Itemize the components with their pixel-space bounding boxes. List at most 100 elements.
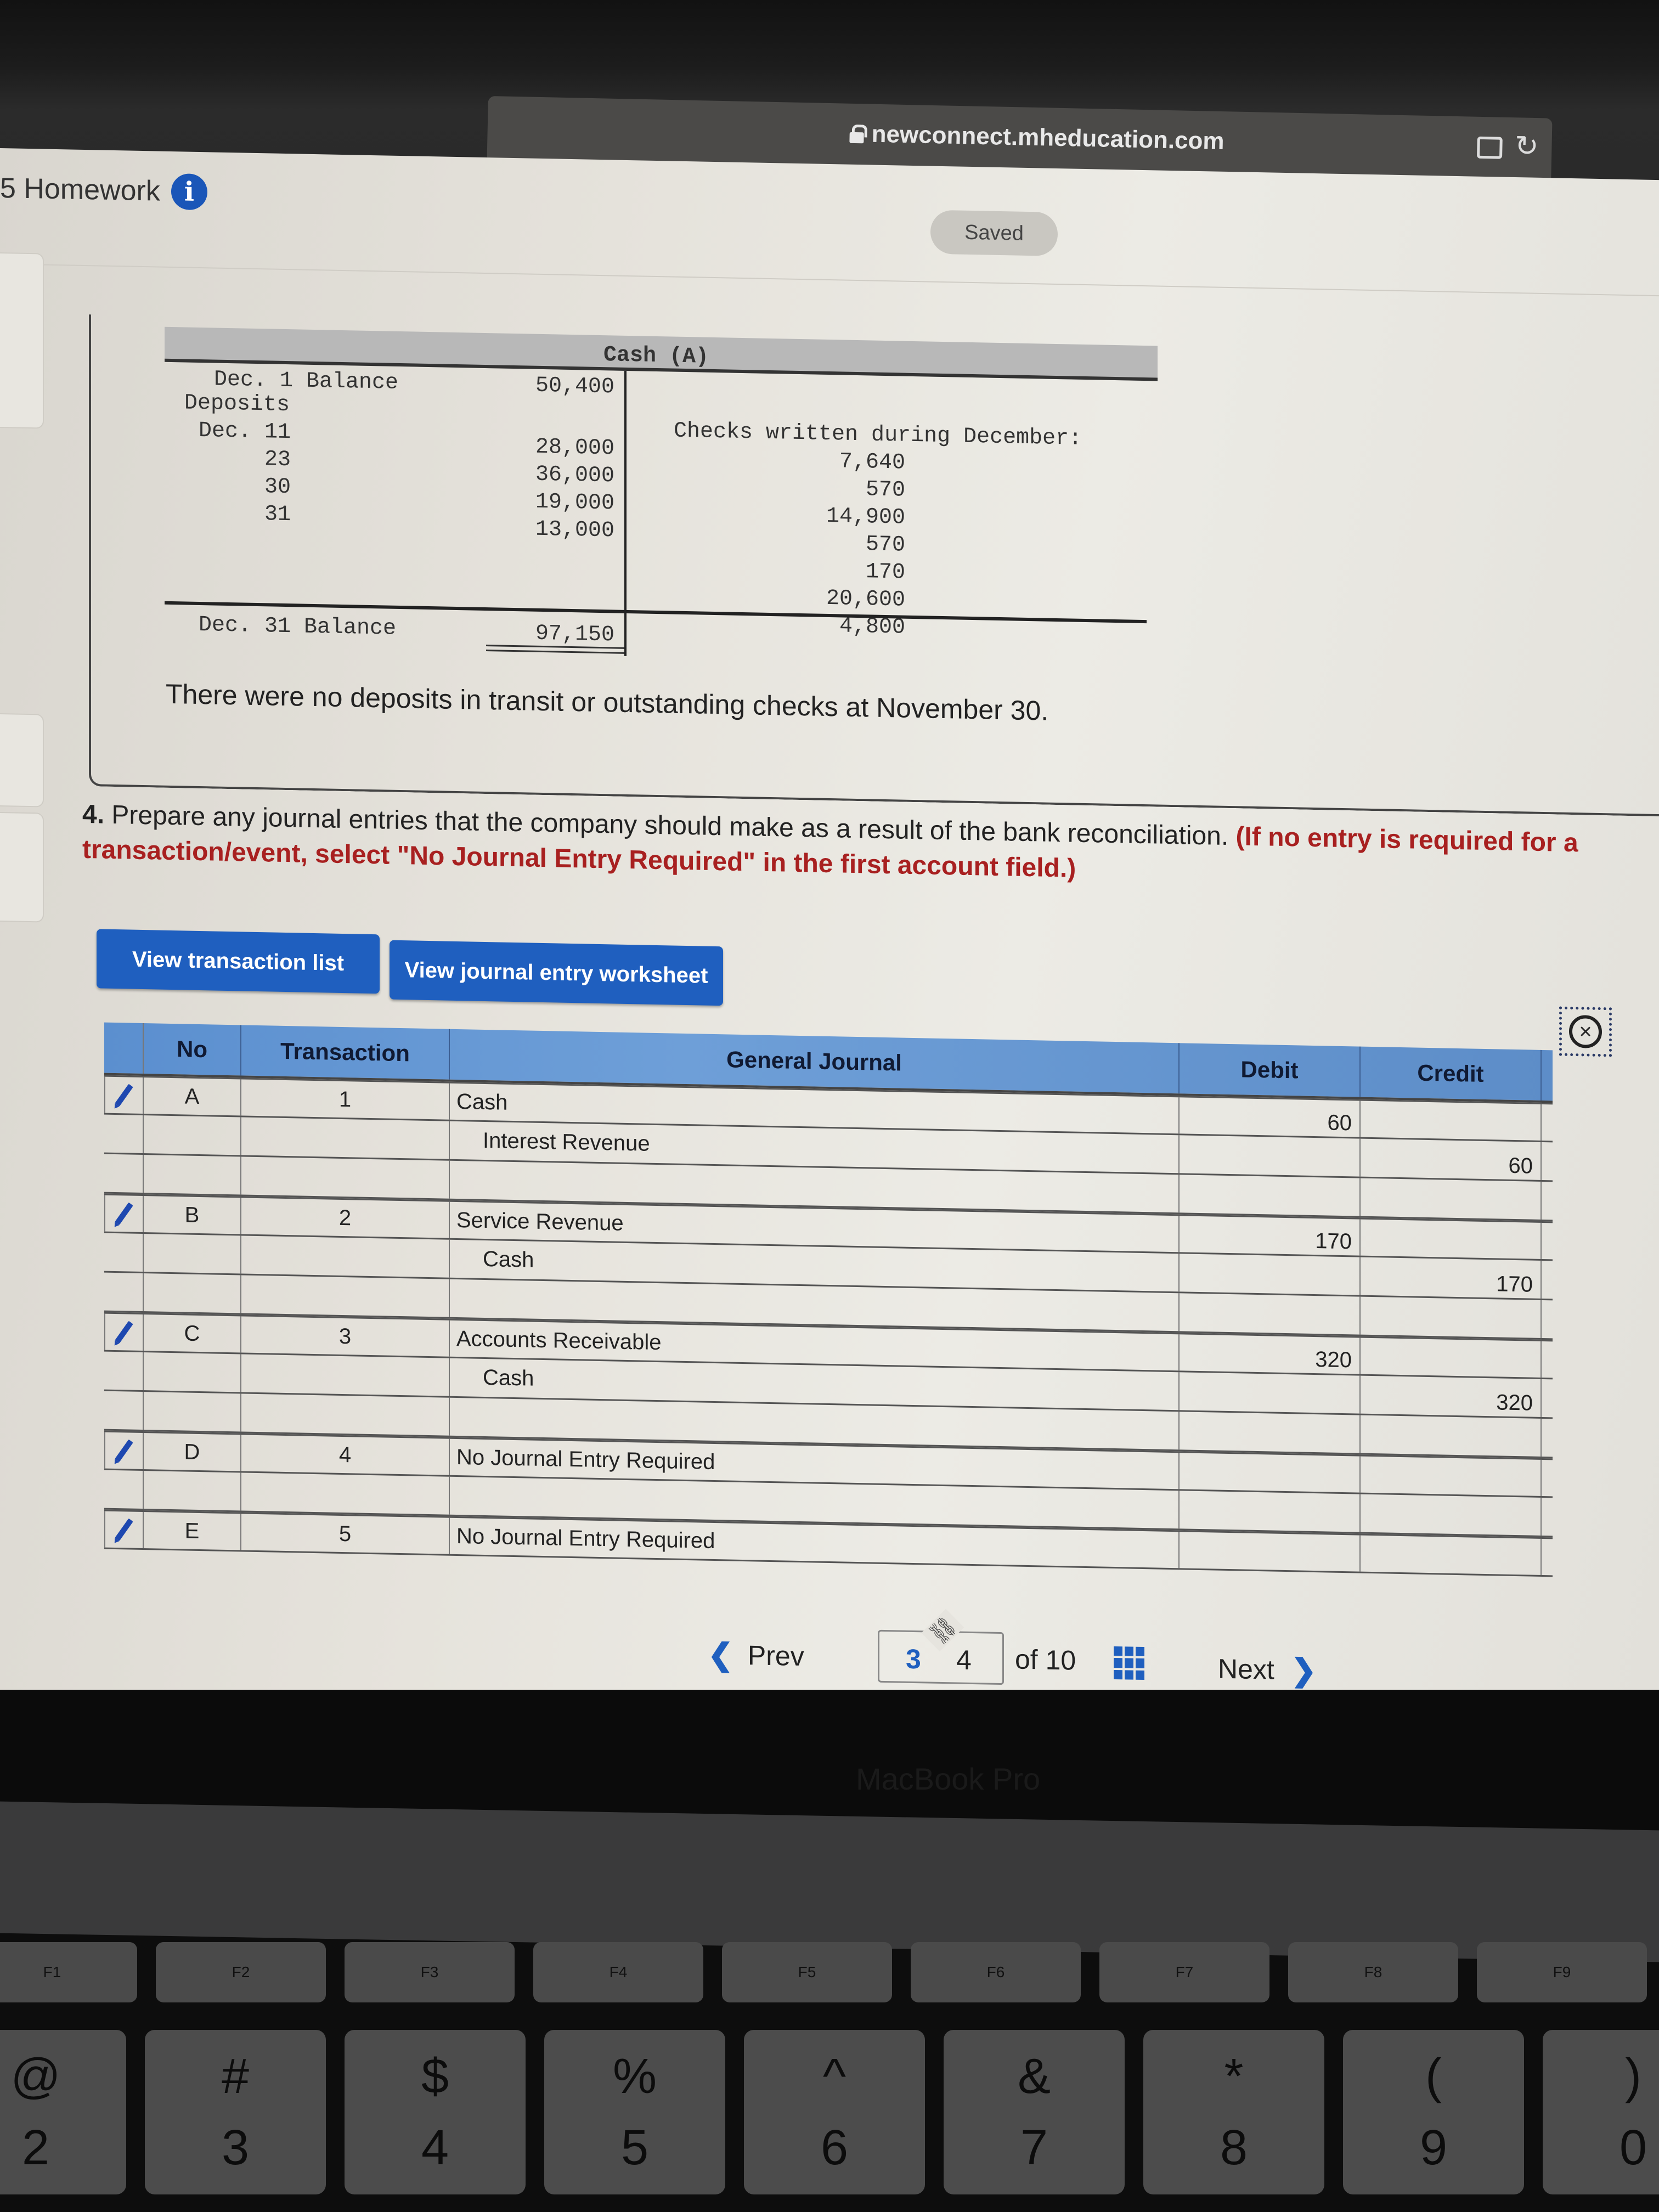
current-page[interactable]: 3 bbox=[906, 1643, 921, 1675]
entry-no bbox=[143, 1391, 241, 1432]
credit-cell[interactable]: 60 bbox=[1361, 1138, 1542, 1180]
transaction-number bbox=[241, 1472, 450, 1515]
t-left-label: Dec. 1 Balance bbox=[214, 367, 399, 396]
number-key[interactable]: * 8 bbox=[1143, 2030, 1324, 2194]
debit-cell[interactable] bbox=[1180, 1254, 1361, 1295]
debit-cell[interactable] bbox=[1180, 1135, 1361, 1177]
credit-cell[interactable] bbox=[1361, 1101, 1542, 1141]
transaction-number: 3 bbox=[241, 1316, 450, 1357]
function-key[interactable]: F2 bbox=[156, 1942, 326, 2002]
debit-cell[interactable]: 320 bbox=[1180, 1334, 1361, 1374]
header-debit: Debit bbox=[1180, 1043, 1361, 1097]
number-key[interactable]: @2 bbox=[0, 2030, 126, 2194]
t-right-amount: 7,640 bbox=[839, 449, 905, 476]
side-panel-card bbox=[0, 811, 44, 923]
credit-cell[interactable] bbox=[1361, 1456, 1542, 1496]
saved-status-badge: Saved bbox=[930, 210, 1058, 257]
transaction-number: 5 bbox=[241, 1514, 450, 1554]
edit-button[interactable] bbox=[104, 1076, 143, 1114]
pencil-icon bbox=[115, 1321, 133, 1344]
transaction-number bbox=[241, 1275, 450, 1317]
entry-no: A bbox=[143, 1077, 241, 1116]
close-button[interactable]: × bbox=[1559, 1006, 1612, 1057]
grid-icon[interactable] bbox=[1114, 1646, 1144, 1680]
credit-cell[interactable] bbox=[1361, 1219, 1542, 1259]
view-transaction-list-button[interactable]: View transaction list bbox=[97, 929, 380, 994]
entry-no bbox=[143, 1154, 241, 1195]
number-key[interactable]: #3 bbox=[145, 2030, 326, 2194]
assignment-title: 5 Homework i bbox=[0, 170, 207, 211]
number-key[interactable]: & 7 bbox=[944, 2030, 1125, 2194]
entry-no bbox=[143, 1115, 241, 1155]
header-divider bbox=[0, 263, 1659, 297]
page-indicator: ⛓ 3 4 bbox=[878, 1609, 1004, 1685]
entry-no bbox=[143, 1352, 241, 1392]
debit-cell[interactable] bbox=[1180, 1532, 1361, 1572]
debit-cell[interactable] bbox=[1180, 1293, 1361, 1335]
function-key[interactable]: F6 bbox=[911, 1942, 1081, 2002]
function-key[interactable]: F5 bbox=[722, 1942, 892, 2002]
debit-cell[interactable]: 60 bbox=[1180, 1097, 1361, 1137]
number-key[interactable]: ^ 6 bbox=[744, 2030, 925, 2194]
credit-cell[interactable]: 170 bbox=[1361, 1257, 1542, 1299]
reload-icon[interactable]: ↻ bbox=[1514, 129, 1539, 163]
debit-cell[interactable] bbox=[1180, 1175, 1361, 1216]
transaction-number: 1 bbox=[241, 1079, 450, 1120]
t-left-label: Deposits bbox=[184, 391, 290, 418]
tabs-icon[interactable] bbox=[1477, 136, 1503, 159]
edit-button[interactable] bbox=[104, 1432, 143, 1469]
header-credit: Credit bbox=[1361, 1046, 1542, 1101]
credit-cell[interactable]: 320 bbox=[1361, 1375, 1542, 1417]
pencil-icon bbox=[115, 1518, 133, 1542]
credit-cell[interactable] bbox=[1361, 1178, 1542, 1220]
t-left-label: 31 bbox=[199, 500, 291, 528]
number-key[interactable]: (9 bbox=[1343, 2030, 1524, 2194]
header-transaction: Transaction bbox=[241, 1025, 450, 1080]
function-key[interactable]: F4 bbox=[533, 1942, 703, 2002]
t-left-amount: 50,400 bbox=[535, 373, 614, 400]
transaction-number: 2 bbox=[241, 1198, 450, 1238]
lock-icon bbox=[849, 125, 864, 144]
credit-cell[interactable] bbox=[1361, 1296, 1542, 1338]
debit-cell[interactable] bbox=[1180, 1412, 1361, 1453]
pencil-icon bbox=[115, 1439, 133, 1463]
laptop-hinge bbox=[0, 1801, 1659, 1962]
laptop-brand: MacBook Pro bbox=[856, 1762, 1041, 1796]
question-number: 4. bbox=[82, 799, 105, 830]
entry-no bbox=[143, 1233, 241, 1274]
chevron-left-icon: ❮ bbox=[708, 1637, 733, 1672]
debit-cell[interactable] bbox=[1180, 1453, 1361, 1493]
number-key[interactable]: ) 0 bbox=[1543, 2030, 1659, 2194]
debit-cell[interactable] bbox=[1180, 1491, 1361, 1532]
edit-button[interactable] bbox=[104, 1195, 143, 1232]
next-button[interactable]: Next ❯ bbox=[1218, 1651, 1317, 1689]
credit-cell[interactable] bbox=[1361, 1338, 1542, 1378]
t-right-title: Checks written during December: bbox=[674, 419, 1082, 452]
function-key[interactable]: F3 bbox=[345, 1942, 515, 2002]
credit-cell[interactable] bbox=[1361, 1494, 1542, 1536]
function-key[interactable]: F7 bbox=[1099, 1942, 1269, 2002]
edit-button[interactable] bbox=[104, 1313, 143, 1351]
t-left-amount: 28,000 bbox=[535, 435, 614, 461]
view-journal-entry-worksheet-button[interactable]: View journal entry worksheet bbox=[390, 940, 723, 1006]
t-right-amount: 20,600 bbox=[826, 586, 905, 613]
general-journal-table: No Transaction General Journal Debit Cre… bbox=[104, 1022, 1553, 1577]
question-prompt: 4. Prepare any journal entries that the … bbox=[82, 797, 1659, 898]
prev-button[interactable]: ❮ Prev bbox=[708, 1637, 804, 1674]
info-icon[interactable]: i bbox=[171, 173, 207, 211]
number-key[interactable]: $4 bbox=[345, 2030, 526, 2194]
function-key[interactable]: F8 bbox=[1288, 1942, 1458, 2002]
entry-no bbox=[143, 1273, 241, 1313]
debit-cell[interactable]: 170 bbox=[1180, 1216, 1361, 1256]
function-key[interactable]: F1 bbox=[0, 1942, 137, 2002]
url-text: newconnect.mheducation.com bbox=[871, 120, 1225, 155]
page-4[interactable]: 4 bbox=[956, 1644, 972, 1676]
t-right-amount: 570 bbox=[865, 532, 905, 558]
number-key[interactable]: % 5 bbox=[544, 2030, 725, 2194]
function-key[interactable]: F9 bbox=[1477, 1942, 1647, 2002]
credit-cell[interactable] bbox=[1361, 1535, 1542, 1575]
debit-cell[interactable] bbox=[1180, 1372, 1361, 1414]
edit-button[interactable] bbox=[104, 1511, 143, 1548]
entry-no: C bbox=[143, 1314, 241, 1353]
credit-cell[interactable] bbox=[1361, 1415, 1542, 1457]
